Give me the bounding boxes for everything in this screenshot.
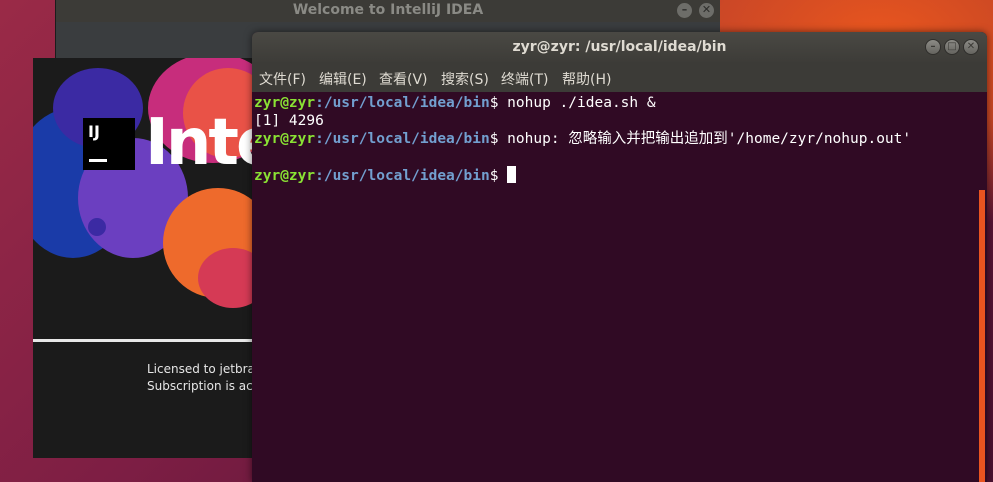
menu-terminal[interactable]: 终端(T)	[501, 69, 548, 89]
terminal-scrollbar[interactable]	[979, 190, 985, 482]
terminal-window[interactable]: zyr@zyr: /usr/local/idea/bin – □ ✕ 文件(F)…	[252, 32, 987, 482]
prompt-user: zyr@zyr	[254, 131, 316, 147]
output-text: nohup: 忽略输入并把输出追加到'/home/zyr/nohup.out'	[498, 131, 912, 147]
license-line-1: Licensed to jetbrain	[147, 362, 255, 376]
output-text: [1] 4296	[254, 113, 324, 129]
terminal-line: zyr@zyr:/usr/local/idea/bin$	[254, 166, 517, 184]
close-icon[interactable]: ✕	[699, 3, 714, 18]
intellij-logo: IJ	[83, 118, 135, 170]
prompt-symbol: $	[489, 168, 499, 184]
terminal-line: zyr@zyr:/usr/local/idea/bin$ nohup: 忽略输入…	[254, 130, 911, 148]
prompt-path: :/usr/local/idea/bin	[315, 95, 490, 111]
terminal-content[interactable]: zyr@zyr:/usr/local/idea/bin$ nohup ./ide…	[254, 94, 974, 482]
splash-license: Licensed to jetbrain Subscription is act…	[147, 361, 255, 395]
menu-edit[interactable]: 编辑(E)	[319, 69, 367, 89]
prompt-user: zyr@zyr	[254, 95, 316, 111]
menu-help[interactable]: 帮助(H)	[562, 69, 611, 89]
command-text: nohup ./idea.sh &	[498, 95, 656, 111]
close-icon[interactable]: ✕	[963, 39, 979, 55]
terminal-line: zyr@zyr:/usr/local/idea/bin$ nohup ./ide…	[254, 94, 656, 112]
splash-blob	[88, 218, 106, 236]
splash-wordmark: Inte	[145, 106, 255, 180]
terminal-menubar: 文件(F) 编辑(E) 查看(V) 搜索(S) 终端(T) 帮助(H)	[252, 62, 987, 92]
prompt-user: zyr@zyr	[254, 168, 316, 184]
intellij-splash: IJ Inte Licensed to jetbrain Subscriptio…	[33, 58, 255, 458]
terminal-line: [1] 4296	[254, 112, 324, 130]
license-line-2: Subscription is activ	[147, 379, 255, 393]
minimize-icon[interactable]: –	[677, 3, 692, 18]
menu-view[interactable]: 查看(V)	[379, 69, 428, 89]
maximize-icon[interactable]: □	[944, 39, 960, 55]
prompt-path: :/usr/local/idea/bin	[315, 131, 490, 147]
menu-search[interactable]: 搜索(S)	[441, 69, 489, 89]
menu-file[interactable]: 文件(F)	[259, 69, 306, 89]
prompt-path: :/usr/local/idea/bin	[315, 168, 490, 184]
terminal-titlebar[interactable]: zyr@zyr: /usr/local/idea/bin – □ ✕	[252, 32, 987, 62]
splash-blob	[198, 248, 255, 308]
terminal-title: zyr@zyr: /usr/local/idea/bin	[512, 39, 727, 55]
logo-letters: IJ	[88, 122, 100, 141]
text-cursor	[507, 166, 517, 183]
splash-progress-bar	[33, 339, 255, 342]
welcome-title: Welcome to IntelliJ IDEA	[292, 2, 484, 18]
welcome-titlebar[interactable]: Welcome to IntelliJ IDEA – ✕	[56, 0, 720, 22]
minimize-icon[interactable]: –	[925, 39, 941, 55]
logo-bar	[89, 159, 107, 162]
